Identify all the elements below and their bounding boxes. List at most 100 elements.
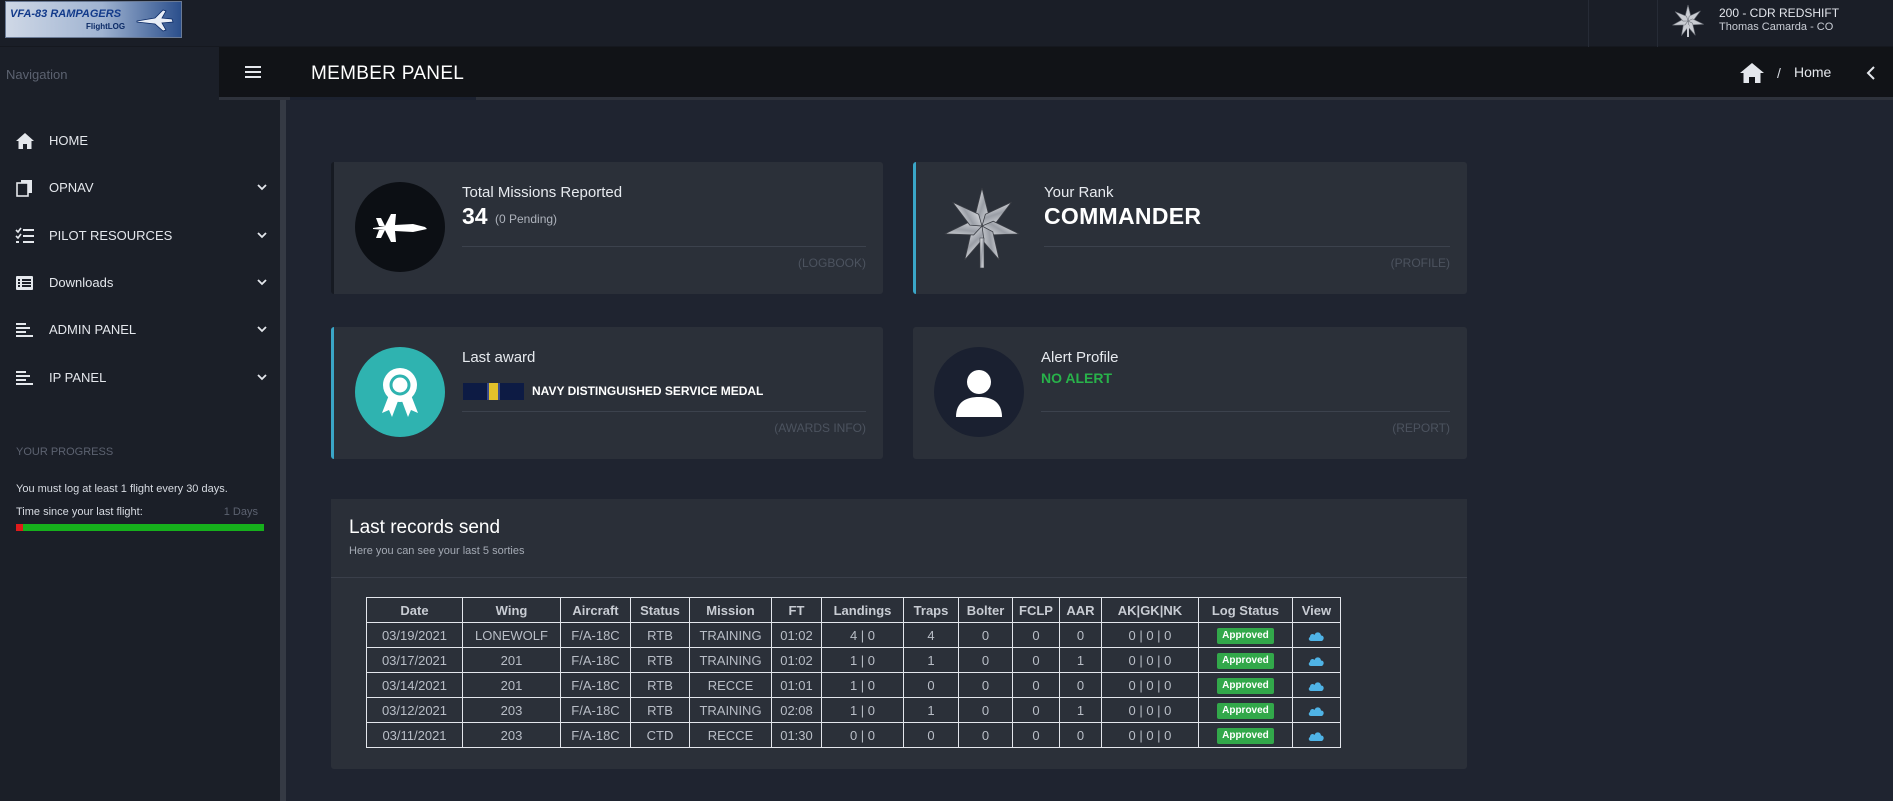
progress-title: YOUR PROGRESS [16,446,114,458]
column-header: FT [771,597,822,623]
oak-leaf-rank-icon[interactable] [1670,3,1706,39]
table-cell: 0 | 0 [821,722,904,748]
alert-icon-circle [934,347,1024,437]
cloud-view-icon[interactable] [1307,705,1325,717]
user-name[interactable]: 200 - CDR REDSHIFT [1719,6,1839,20]
progress-since-label: Time since your last flight: [16,506,143,518]
award-ribbon-icon [382,368,418,417]
table-cell: 0 [1012,697,1060,723]
table-cell: 0 | 0 | 0 [1100,647,1199,673]
table-cell: 0 | 0 | 0 [1100,672,1199,698]
sidebar-item-admin-panel[interactable]: ADMIN PANEL [0,312,280,348]
status-badge: Approved [1217,678,1274,694]
log-status-cell: Approved [1197,722,1293,748]
table-cell: TRAINING [689,647,772,673]
chevron-left-icon[interactable] [1864,65,1878,81]
medal-ribbon [463,383,524,400]
records-title: Last records send [349,517,501,538]
status-badge: Approved [1217,653,1274,669]
rank-value: COMMANDER [1044,203,1202,229]
table-cell: 01:30 [771,722,822,748]
table-cell: 0 [1012,672,1060,698]
progress-days: 1 Days [223,506,258,518]
table-cell: 0 | 0 | 0 [1100,697,1199,723]
table-cell: RTB [630,622,690,648]
chevron-down-icon [257,326,267,333]
sidebar-item-ip-panel[interactable]: IP PANEL [0,360,280,396]
sidebar-item-home[interactable]: HOME [0,123,280,159]
report-link[interactable]: (REPORT) [1392,421,1450,435]
log-status-cell: Approved [1197,672,1293,698]
table-cell: 1 | 0 [821,647,904,673]
page-title: MEMBER PANEL [311,63,465,84]
column-header: Landings [821,597,904,623]
table-cell: 0 [1012,622,1060,648]
hamburger-menu-icon[interactable] [245,65,261,79]
topbar-divider [1588,0,1589,47]
sidebar-item-pilot-resources[interactable]: PILOT RESOURCES [0,218,280,254]
award-name: NAVY DISTINGUISHED SERVICE MEDAL [532,384,764,398]
column-header: AAR [1058,597,1102,623]
table-cell: 0 | 0 | 0 [1100,722,1199,748]
view-cell [1291,647,1341,673]
award-card: Last award NAVY DISTINGUISHED SERVICE ME… [331,327,883,459]
topbar-divider [1657,0,1658,47]
card-title: Your Rank [1044,184,1114,201]
sidebar-item-label: Downloads [49,275,114,290]
breadcrumb-home-icon[interactable] [1739,62,1765,84]
card-divider [462,246,866,247]
cloud-view-icon[interactable] [1307,655,1325,667]
table-cell: 1 | 0 [821,672,904,698]
logbook-link[interactable]: (LOGBOOK) [798,256,866,270]
table-cell: 0 [1058,672,1102,698]
chevron-down-icon [257,279,267,286]
squadron-logo[interactable]: VFA-83 RAMPAGERS FlightLOG [5,1,182,38]
table-cell: 0 [903,672,959,698]
page-header: MEMBER PANEL / Home [219,47,1893,100]
log-status-cell: Approved [1197,697,1293,723]
sidebar-item-opnav[interactable]: OPNAV [0,170,280,206]
table-cell: 0 [1058,622,1102,648]
sidebar-item-downloads[interactable]: Downloads [0,265,280,301]
column-header: View [1291,597,1341,623]
missions-count: 34 [462,203,488,229]
table-cell: F/A-18C [560,697,631,723]
table-cell: RECCE [689,672,772,698]
table-row: 03/17/2021 201 F/A-18C RTB TRAINING 01:02 1 | … [366,647,1341,673]
sidebar-item-label: OPNAV [49,180,94,195]
status-badge: Approved [1217,728,1274,744]
checklist-icon [15,227,34,243]
award-icon-circle [355,347,445,437]
chevron-down-icon [257,184,267,191]
table-cell: 0 [958,647,1013,673]
progress-start-marker [16,524,23,531]
table-cell: F/A-18C [560,622,631,648]
table-cell: F/A-18C [560,722,631,748]
nav-label: Navigation [6,67,68,82]
alert-card: Alert Profile NO ALERT (REPORT) [913,327,1467,459]
column-header: Status [630,597,690,623]
table-cell: 1 [1058,647,1102,673]
table-cell: 0 [958,622,1013,648]
cloud-view-icon[interactable] [1307,730,1325,742]
cloud-view-icon[interactable] [1307,680,1325,692]
align-left-icon [16,371,33,385]
breadcrumb-home[interactable]: Home [1794,64,1831,80]
cloud-view-icon[interactable] [1307,630,1325,642]
table-cell: TRAINING [689,622,772,648]
table-cell: 203 [462,697,561,723]
table-cell: 1 [903,647,959,673]
column-header: Aircraft [560,597,631,623]
missions-icon-circle [355,182,445,272]
table-cell: 203 [462,722,561,748]
column-header: AK|GK|NK [1100,597,1199,623]
profile-link[interactable]: (PROFILE) [1391,256,1450,270]
logo-sub: FlightLOG [86,22,126,31]
jet-icon [136,9,174,32]
card-divider [1044,246,1450,247]
card-divider [462,411,866,412]
table-cell: RTB [630,697,690,723]
table-cell: 0 | 0 | 0 [1100,622,1199,648]
documents-icon [16,180,32,197]
awards-info-link[interactable]: (AWARDS INFO) [774,421,866,435]
